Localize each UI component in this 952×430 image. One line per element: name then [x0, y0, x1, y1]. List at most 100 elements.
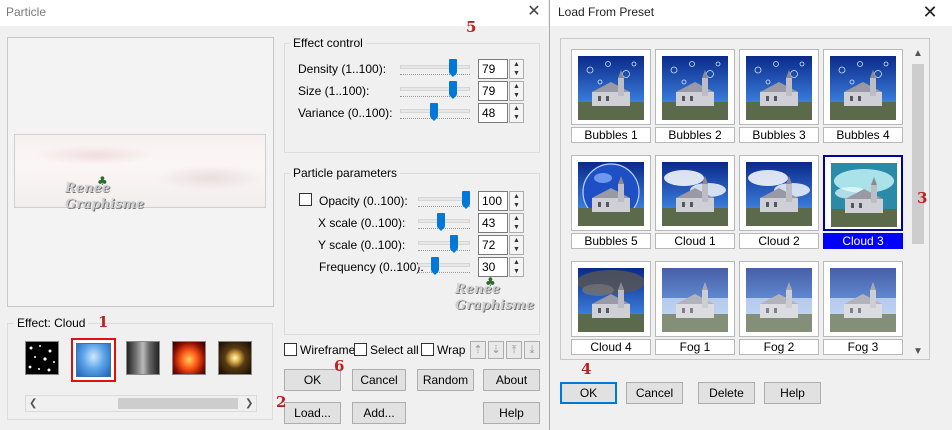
scroll-right-icon[interactable]: ❯ — [245, 396, 253, 411]
preset-thumbnail[interactable] — [571, 49, 651, 125]
about-button[interactable]: About — [483, 369, 540, 391]
spin-up-icon[interactable]: ▲ — [510, 236, 523, 245]
preset-item[interactable]: Fog 1 — [655, 261, 735, 355]
preset-item[interactable]: Cloud 2 — [739, 155, 819, 249]
preset-thumbnail[interactable] — [739, 49, 819, 125]
move-down-icon[interactable]: ⇣ — [488, 341, 504, 359]
density-value-field[interactable]: 79 — [478, 59, 508, 79]
effect-smoke-thumbnail[interactable] — [126, 341, 160, 375]
preset-label[interactable]: Fog 3 — [823, 339, 903, 355]
wireframe-checkbox[interactable] — [284, 343, 297, 356]
opacity-spinner[interactable]: ▲ ▼ — [509, 191, 524, 211]
x-scale-spinner[interactable]: ▲ ▼ — [509, 213, 524, 233]
size-value-field[interactable]: 79 — [478, 81, 508, 101]
preset-thumbnail[interactable] — [655, 261, 735, 337]
move-up-icon[interactable]: ⇡ — [470, 341, 486, 359]
preset-thumbnail[interactable] — [823, 261, 903, 337]
ok-button[interactable]: OK — [284, 369, 341, 391]
help-button[interactable]: Help — [483, 402, 540, 424]
load-button[interactable]: Load... — [284, 402, 341, 424]
preset-label[interactable]: Fog 1 — [655, 339, 735, 355]
frequency-slider-thumb[interactable] — [431, 257, 440, 275]
scrollbar-thumb[interactable] — [118, 398, 238, 409]
spin-down-icon[interactable]: ▼ — [510, 223, 523, 232]
cancel-button[interactable]: Cancel — [352, 369, 406, 391]
preset-item[interactable]: Bubbles 5 — [571, 155, 651, 249]
preset-thumbnail[interactable] — [571, 155, 651, 231]
preset-item[interactable]: Bubbles 2 — [655, 49, 735, 143]
preset-label[interactable]: Cloud 1 — [655, 233, 735, 249]
preset-item[interactable]: Bubbles 4 — [823, 49, 903, 143]
preset-label[interactable]: Fog 2 — [739, 339, 819, 355]
select-all-checkbox[interactable] — [354, 343, 367, 356]
preset-thumbnail[interactable] — [655, 49, 735, 125]
spin-down-icon[interactable]: ▼ — [510, 201, 523, 210]
preset-thumbnail[interactable] — [823, 49, 903, 125]
frequency-value-field[interactable]: 30 — [478, 257, 508, 277]
preset-thumbnail[interactable] — [823, 155, 903, 231]
spin-up-icon[interactable]: ▲ — [510, 258, 523, 267]
move-top-icon[interactable]: ⤒ — [506, 341, 522, 359]
effect-snow-thumbnail[interactable] — [25, 341, 59, 375]
spin-down-icon[interactable]: ▼ — [510, 69, 523, 78]
variance-slider-thumb[interactable] — [429, 103, 438, 121]
density-slider-track[interactable] — [400, 65, 470, 69]
preset-thumbnail[interactable] — [739, 155, 819, 231]
density-slider-thumb[interactable] — [448, 59, 457, 77]
preset-cancel-button[interactable]: Cancel — [626, 382, 683, 404]
preset-help-button[interactable]: Help — [764, 382, 821, 404]
preset-label[interactable]: Cloud 4 — [571, 339, 651, 355]
density-spinner[interactable]: ▲ ▼ — [509, 59, 524, 79]
scrollbar-thumb[interactable] — [912, 64, 924, 244]
size-slider-thumb[interactable] — [448, 81, 457, 99]
spin-down-icon[interactable]: ▼ — [510, 267, 523, 276]
y-scale-slider-thumb[interactable] — [449, 235, 458, 253]
size-slider-track[interactable] — [400, 87, 470, 91]
variance-spinner[interactable]: ▲ ▼ — [509, 103, 524, 123]
scroll-left-icon[interactable]: ❮ — [29, 396, 37, 411]
x-scale-value-field[interactable]: 43 — [478, 213, 508, 233]
opacity-slider-thumb[interactable] — [462, 191, 470, 209]
preset-ok-button[interactable]: OK — [560, 382, 617, 404]
preset-label[interactable]: Bubbles 2 — [655, 127, 735, 143]
effect-scrollbar[interactable]: ❮ ❯ — [25, 395, 257, 412]
add-button[interactable]: Add... — [352, 402, 406, 424]
spin-up-icon[interactable]: ▲ — [510, 60, 523, 69]
wrap-checkbox[interactable] — [421, 343, 434, 356]
preset-label[interactable]: Bubbles 5 — [571, 233, 651, 249]
spin-up-icon[interactable]: ▲ — [510, 192, 523, 201]
frequency-spinner[interactable]: ▲ ▼ — [509, 257, 524, 277]
size-spinner[interactable]: ▲ ▼ — [509, 81, 524, 101]
preset-item[interactable]: Cloud 1 — [655, 155, 735, 249]
preset-item[interactable]: Fog 2 — [739, 261, 819, 355]
y-scale-value-field[interactable]: 72 — [478, 235, 508, 255]
y-scale-slider-track[interactable] — [418, 241, 470, 245]
preset-item[interactable]: Cloud 3 — [823, 155, 903, 249]
preset-item[interactable]: Cloud 4 — [571, 261, 651, 355]
effect-fire-thumbnail[interactable] — [172, 341, 206, 375]
preset-item[interactable]: Fog 3 — [823, 261, 903, 355]
preset-label[interactable]: Bubbles 3 — [739, 127, 819, 143]
y-scale-spinner[interactable]: ▲ ▼ — [509, 235, 524, 255]
preset-thumbnail[interactable] — [655, 155, 735, 231]
spin-up-icon[interactable]: ▲ — [510, 104, 523, 113]
close-icon[interactable]: ✕ — [920, 2, 940, 22]
effect-cloud-thumbnail[interactable] — [71, 338, 116, 382]
preset-thumbnail[interactable] — [571, 261, 651, 337]
x-scale-slider-thumb[interactable] — [436, 213, 445, 231]
variance-value-field[interactable]: 48 — [478, 103, 508, 123]
preset-label[interactable]: Bubbles 4 — [823, 127, 903, 143]
scroll-up-icon[interactable]: ▲ — [913, 48, 923, 59]
opacity-value-field[interactable]: 100 — [478, 191, 508, 211]
effect-sparkle-thumbnail[interactable] — [218, 341, 252, 375]
spin-up-icon[interactable]: ▲ — [510, 82, 523, 91]
preset-thumbnail[interactable] — [739, 261, 819, 337]
spin-down-icon[interactable]: ▼ — [510, 245, 523, 254]
preset-delete-button[interactable]: Delete — [698, 382, 755, 404]
frequency-slider-track[interactable] — [418, 263, 470, 267]
random-button[interactable]: Random — [417, 369, 474, 391]
preset-item[interactable]: Bubbles 1 — [571, 49, 651, 143]
move-bottom-icon[interactable]: ⤓ — [524, 341, 540, 359]
opacity-checkbox[interactable] — [299, 193, 312, 206]
spin-up-icon[interactable]: ▲ — [510, 214, 523, 223]
